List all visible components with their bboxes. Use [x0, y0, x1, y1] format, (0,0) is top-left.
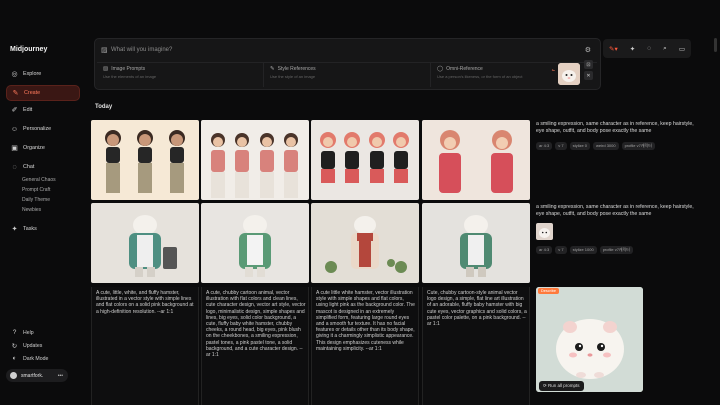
user-account[interactable]: smartfork. ••• — [6, 369, 68, 382]
moon-icon: ◐ — [12, 355, 17, 362]
sidebar-item-label: Tasks — [23, 226, 37, 232]
updates-icon: ↻ — [11, 343, 18, 350]
generated-image-3[interactable] — [311, 120, 419, 200]
reference-thumbnail[interactable] — [536, 223, 553, 240]
omni-reference-ref[interactable]: ◯ Omni-Reference Use a person's likeness,… — [431, 60, 597, 87]
sidebar-item-chat[interactable]: ◌ Chat — [6, 160, 78, 174]
chip-stylize[interactable]: stylize 1000 — [569, 246, 597, 254]
sidebar-item-create[interactable]: ✎ Create — [6, 85, 80, 101]
chip-aspect[interactable]: ar 4:3 — [536, 142, 553, 150]
prompt-input[interactable]: What will you imagine? — [111, 47, 172, 53]
chat-icon[interactable]: ◌ — [647, 45, 651, 52]
row1-chips: ar 4:3 v 7 stylize 0 weird 3000 profile … — [536, 142, 655, 150]
describe-badge: Describe — [538, 288, 559, 294]
lock-icon[interactable]: ⊡ — [584, 60, 593, 69]
help-icon: ? — [12, 329, 17, 336]
compass-icon: ◎ — [11, 71, 18, 78]
image-prompts-desc: Use the elements of an image — [103, 74, 157, 79]
caption-4[interactable]: Cute, chubby cartoon-style animal vector… — [427, 290, 527, 327]
describe-source-image[interactable] — [536, 287, 643, 392]
style-references-ref[interactable]: ✎ Style References Use the style of an im… — [264, 62, 431, 87]
folder-icon[interactable]: ▭ — [679, 45, 685, 53]
chip-version[interactable]: v 7 — [555, 142, 567, 150]
caption-3[interactable]: A cute little white hamster, vector illu… — [316, 290, 416, 352]
sidebar-help[interactable]: ? Help — [6, 329, 34, 336]
chat-room-general-chaos[interactable]: General Chaos — [22, 177, 56, 183]
chip-profile[interactable]: profile v7캐릭터 — [599, 246, 633, 254]
generated-image-1[interactable] — [91, 120, 199, 200]
sidebar-item-explore[interactable]: ◎ Explore — [6, 67, 78, 81]
user-menu-icon[interactable]: ••• — [58, 373, 63, 379]
avatar — [10, 372, 17, 379]
sidebar-item-label: Personalize — [23, 126, 52, 132]
generated-image-2[interactable] — [201, 120, 309, 200]
person-icon: ☺ — [10, 125, 19, 133]
run-all-label: Run all prompts — [548, 383, 580, 388]
image-prompts-ref[interactable]: ▨ Image Prompts Use the elements of an im… — [97, 62, 264, 87]
sidebar-updates[interactable]: ↻ Updates — [6, 342, 43, 350]
image-icon: ▨ — [103, 66, 109, 72]
generated-image-7[interactable] — [311, 203, 419, 283]
chip-weird[interactable]: weird 3000 — [593, 142, 619, 150]
sparkle-icon[interactable]: ✦ — [630, 45, 635, 53]
sidebar-item-label: Explore — [23, 71, 42, 77]
style-references-title: Style References — [277, 66, 316, 72]
edit-icon: ✐ — [11, 107, 18, 114]
chip-aspect[interactable]: ar 4:3 — [536, 246, 553, 254]
tasks-icon: ✦ — [11, 226, 18, 233]
style-references-desc: Use the style of an image — [270, 74, 316, 79]
chat-icon: ◌ — [12, 163, 17, 171]
folder-icon: ▣ — [11, 145, 18, 152]
row2-prompt[interactable]: a smiling expression, same character as … — [536, 204, 696, 218]
omni-reference-title: Omni-Reference — [446, 66, 483, 72]
omni-icon: ◯ — [437, 66, 444, 72]
section-today: Today — [95, 104, 113, 110]
brush-icon: ✎ — [12, 90, 19, 97]
sidebar-help-label: Help — [23, 329, 34, 336]
image-upload-icon[interactable]: ▨ — [101, 46, 111, 54]
brush-mode-icon[interactable]: ✎▾ — [609, 45, 618, 53]
user-name: smartfork. — [21, 372, 44, 379]
sidebar-item-organize[interactable]: ▣ Organize — [6, 141, 78, 155]
chip-profile[interactable]: profile v7캐릭터 — [621, 142, 655, 150]
sidebar-item-label: Organize — [23, 145, 45, 151]
prompt-box: ▨ What will you imagine? ⚙ ▨ Image Prompt… — [94, 38, 601, 90]
sidebar-item-tasks[interactable]: ✦ Tasks — [6, 222, 78, 236]
sidebar-updates-label: Updates — [23, 343, 43, 349]
sidebar-item-label: Chat — [23, 164, 35, 170]
generated-image-5[interactable] — [91, 203, 199, 283]
generated-image-4[interactable] — [422, 120, 530, 200]
trash-icon[interactable]: ✕ — [584, 71, 593, 80]
scrollbar[interactable] — [714, 38, 717, 52]
top-toolbar: ✎▾ ✦ ◌ ⌕ ▭ — [603, 39, 691, 58]
row1-prompt[interactable]: a smiling expression, same character as … — [536, 121, 696, 135]
sidebar-item-label: Create — [24, 90, 41, 96]
sidebar-dark-mode-label: Dark Mode — [23, 355, 49, 362]
omni-reference-thumbnail[interactable] — [558, 63, 580, 85]
sidebar: Midjourney ◎ Explore ✎ Create ✐ Edit ☺ Personal… — [0, 0, 84, 405]
chat-room-newbies[interactable]: Newbies — [22, 207, 41, 213]
image-prompts-title: Image Prompts — [111, 66, 146, 72]
caption-1[interactable]: A cute, little, white, and fluffy hamste… — [96, 290, 196, 315]
app-logo[interactable]: Midjourney — [10, 46, 47, 53]
search-icon[interactable]: ⌕ — [663, 45, 667, 53]
generated-image-6[interactable] — [201, 203, 309, 283]
sidebar-item-personalize[interactable]: ☺ Personalize — [6, 122, 78, 136]
run-all-prompts-button[interactable]: ⟳ Run all prompts — [539, 381, 584, 391]
palette-icon: ✎ — [270, 66, 275, 72]
caption-2[interactable]: A cute, chubby cartoon animal, vector il… — [206, 290, 306, 358]
chat-room-daily-theme[interactable]: Daily Theme — [22, 197, 50, 203]
generated-image-8[interactable] — [422, 203, 530, 283]
chip-version[interactable]: v 7 — [555, 246, 567, 254]
row2-chips: ar 4:3 v 7 stylize 1000 profile v7캐릭터 — [536, 246, 633, 254]
sidebar-item-label: Edit — [23, 107, 33, 113]
sidebar-item-edit[interactable]: ✐ Edit — [6, 103, 78, 117]
chip-stylize[interactable]: stylize 0 — [569, 142, 591, 150]
settings-sliders-icon[interactable]: ⚙ — [585, 46, 591, 54]
chat-room-prompt-craft[interactable]: Prompt Craft — [22, 187, 50, 193]
omni-weight-icon[interactable]: ⟜ — [552, 67, 555, 72]
sidebar-dark-mode[interactable]: ◐ Dark Mode — [6, 355, 49, 362]
